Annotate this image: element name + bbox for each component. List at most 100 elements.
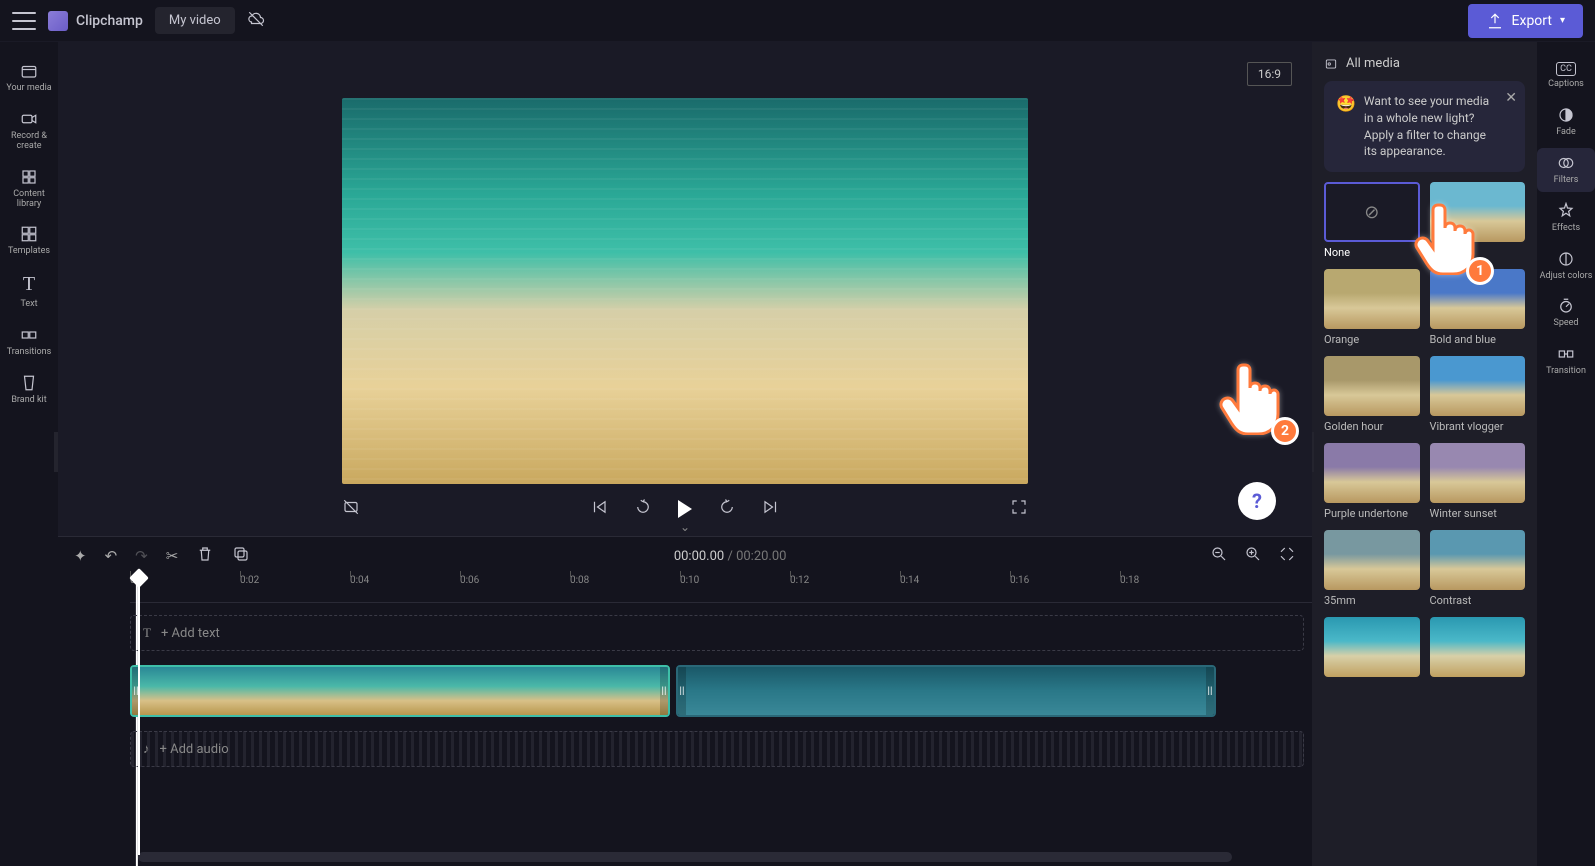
clip-handle-right[interactable]: || <box>660 667 668 715</box>
prop-filters[interactable]: Filters <box>1537 148 1595 192</box>
filter-tile-more[interactable] <box>1430 617 1526 677</box>
filter-tile-vibrant-vlogger[interactable]: Vibrant vlogger <box>1430 356 1526 433</box>
filter-tile-purple-undertone[interactable]: Purple undertone <box>1324 443 1420 520</box>
timeline-ruler[interactable]: 00:020:040:060:080:100:120:140:160:18 <box>130 575 1312 603</box>
clip-handle-left[interactable]: || <box>678 667 686 715</box>
main-editor: 16:9 <box>58 42 1312 866</box>
prop-transition[interactable]: Transition <box>1537 339 1595 383</box>
collapse-preview-icon[interactable]: ⌄ <box>680 520 690 534</box>
panel-collapse-toggle[interactable]: › <box>1312 432 1314 472</box>
sidebar-text[interactable]: T Text <box>0 267 58 316</box>
filter-thumbnail <box>1430 443 1526 503</box>
sidebar-record-create[interactable]: Record & create <box>0 104 58 158</box>
text-track[interactable]: T + Add text <box>130 615 1304 651</box>
prop-effects[interactable]: Effects <box>1537 196 1595 240</box>
copy-icon[interactable] <box>232 545 250 567</box>
sidebar-your-media[interactable]: Your media <box>0 56 58 100</box>
menu-icon[interactable] <box>12 12 36 30</box>
audio-track[interactable]: ♪ + Add audio <box>130 731 1304 767</box>
app-name: Clipchamp <box>76 13 143 29</box>
sidebar-transitions[interactable]: Transitions <box>0 320 58 364</box>
filters-panel: › All media 🤩 Want to see your media in … <box>1312 42 1537 866</box>
filters-panel-header[interactable]: All media <box>1324 56 1525 71</box>
filter-thumbnail <box>1324 269 1420 329</box>
zoom-out-icon[interactable] <box>1210 545 1228 567</box>
filter-label: Golden hour <box>1324 420 1420 433</box>
filter-tile-winter-sunset[interactable]: Winter sunset <box>1430 443 1526 520</box>
timeline-tracks: T + Add text || || || || <box>58 603 1312 846</box>
sidebar-content-library[interactable]: Content library <box>0 162 58 216</box>
video-track: || || || || <box>130 665 1304 717</box>
right-properties-rail: CC Captions Fade Filters Effects Adjust … <box>1537 42 1595 866</box>
project-title[interactable]: My video <box>155 7 235 34</box>
filter-thumbnail <box>1430 356 1526 416</box>
fullscreen-icon[interactable] <box>1010 498 1028 520</box>
filter-tile-retro[interactable]: Retro <box>1430 182 1526 259</box>
filter-label: None <box>1324 246 1420 259</box>
ruler-tick: 0:12 <box>790 575 809 586</box>
timeline-toolbar: ✦ ↶ ↷ ✂ 00:00.00 / 00:20.00 <box>58 537 1312 575</box>
filter-tip: 🤩 Want to see your media in a whole new … <box>1324 81 1525 172</box>
prop-adjust-colors[interactable]: Adjust colors <box>1537 244 1595 288</box>
filter-tile-orange[interactable]: Orange <box>1324 269 1420 346</box>
left-sidebar: Your media Record & create Content libra… <box>0 42 58 866</box>
filter-label: Bold and blue <box>1430 333 1526 346</box>
video-clip-2[interactable]: || || <box>676 665 1216 717</box>
ruler-tick: 0:02 <box>240 575 259 586</box>
ruler-tick: 0:06 <box>460 575 479 586</box>
app-logo[interactable]: Clipchamp <box>48 11 143 31</box>
clip-handle-right[interactable]: || <box>1206 667 1214 715</box>
filter-label: Purple undertone <box>1324 507 1420 520</box>
timecode-display: 00:00.00 / 00:20.00 <box>268 549 1192 564</box>
sidebar-brand-kit[interactable]: Brand kit <box>0 368 58 412</box>
filter-thumbnail <box>1324 530 1420 590</box>
safe-zone-toggle-icon[interactable] <box>342 498 360 520</box>
filter-tile-35mm[interactable]: 35mm <box>1324 530 1420 607</box>
filter-tile-none[interactable]: ⊘ None <box>1324 182 1420 259</box>
filter-thumbnail <box>1324 617 1420 677</box>
filter-thumbnail: ⊘ <box>1324 182 1420 242</box>
close-tip-icon[interactable]: ✕ <box>1505 89 1517 109</box>
skip-end-icon[interactable] <box>762 498 780 520</box>
filter-tile-golden-hour[interactable]: Golden hour <box>1324 356 1420 433</box>
zoom-in-icon[interactable] <box>1244 545 1262 567</box>
forward-icon[interactable] <box>718 498 736 520</box>
zoom-fit-icon[interactable] <box>1278 545 1296 567</box>
redo-icon[interactable]: ↷ <box>135 547 148 565</box>
prop-fade[interactable]: Fade <box>1537 100 1595 144</box>
filter-thumbnail <box>1324 443 1420 503</box>
filter-label: Winter sunset <box>1430 507 1526 520</box>
rewind-icon[interactable] <box>634 498 652 520</box>
emoji-icon: 🤩 <box>1336 93 1356 160</box>
cloud-sync-off-icon[interactable] <box>247 10 265 32</box>
skip-start-icon[interactable] <box>590 498 608 520</box>
help-button[interactable]: ? <box>1238 482 1276 520</box>
delete-icon[interactable] <box>196 545 214 567</box>
prop-captions[interactable]: CC Captions <box>1537 56 1595 96</box>
play-button[interactable] <box>678 500 692 518</box>
filter-label: Vibrant vlogger <box>1430 420 1526 433</box>
ruler-tick: 0:08 <box>570 575 589 586</box>
top-bar: Clipchamp My video Export ▾ <box>0 0 1595 42</box>
filter-label: 35mm <box>1324 594 1420 607</box>
filter-tile-more[interactable] <box>1324 617 1420 677</box>
aspect-ratio-button[interactable]: 16:9 <box>1247 62 1292 86</box>
chevron-down-icon: ▾ <box>1560 15 1565 26</box>
filter-label: Orange <box>1324 333 1420 346</box>
ruler-tick: 0:14 <box>900 575 919 586</box>
auto-edit-icon[interactable]: ✦ <box>74 547 87 565</box>
filter-grid: ⊘ None Retro Orange Bold and blue Golden hour… <box>1324 182 1525 677</box>
filter-tile-bold-and-blue[interactable]: Bold and blue <box>1430 269 1526 346</box>
split-icon[interactable]: ✂ <box>166 547 179 565</box>
ruler-tick: 0:10 <box>680 575 699 586</box>
filter-label: Retro <box>1430 246 1526 259</box>
sidebar-templates[interactable]: Templates <box>0 219 58 263</box>
timeline-scrollbar[interactable] <box>138 852 1232 862</box>
prop-speed[interactable]: Speed <box>1537 291 1595 335</box>
export-button[interactable]: Export ▾ <box>1468 4 1583 38</box>
undo-icon[interactable]: ↶ <box>105 547 118 565</box>
video-clip-1[interactable]: || || <box>130 665 670 717</box>
filter-thumbnail <box>1430 269 1526 329</box>
video-preview[interactable] <box>342 98 1028 484</box>
filter-tile-contrast[interactable]: Contrast <box>1430 530 1526 607</box>
